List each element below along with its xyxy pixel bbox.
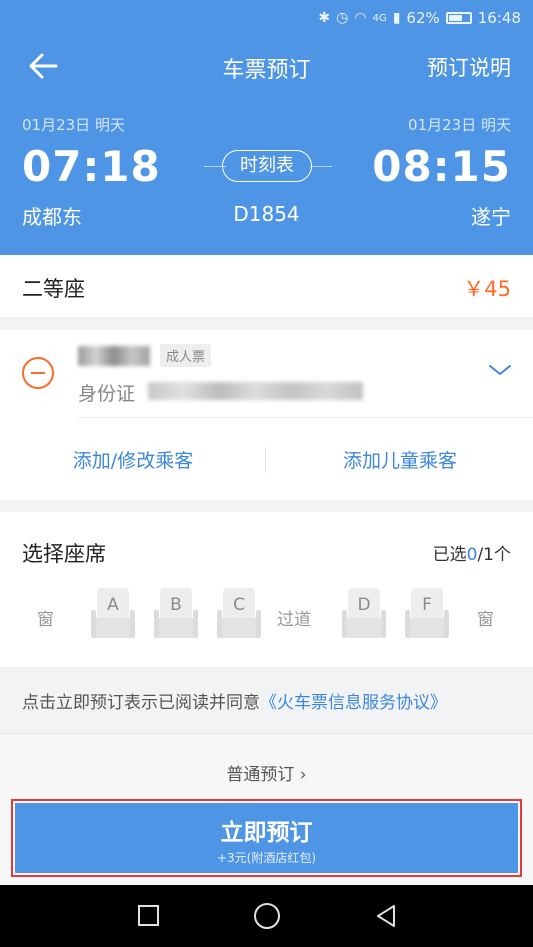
status-bar: ✱ ◷ ◠ 4G ▮ 62% 16:48 xyxy=(318,7,521,29)
book-now-button[interactable]: 立即预订 +3元(附酒店红包) xyxy=(15,803,518,873)
departure-date: 01月23日 明天 xyxy=(22,116,125,134)
seat-class-name: 二等座 xyxy=(22,277,85,301)
count-prefix: 已选 xyxy=(432,545,467,565)
add-child-passenger-button[interactable]: 添加儿童乘客 xyxy=(267,446,533,473)
aisle-label: 过道 xyxy=(277,610,311,630)
triangle-back-icon xyxy=(377,905,395,927)
expand-passenger-button[interactable] xyxy=(487,360,513,380)
seat-letter: F xyxy=(422,595,432,615)
seat-letter: D xyxy=(357,595,371,615)
seat-letter: B xyxy=(170,595,182,615)
add-passenger-button[interactable]: 添加/修改乘客 xyxy=(0,446,266,473)
chevron-down-icon xyxy=(489,365,511,375)
signal-icon: ▮ xyxy=(392,10,401,26)
normal-booking-link[interactable]: 普通预订 › xyxy=(0,760,533,785)
booking-help-link[interactable]: 预订说明 xyxy=(427,52,511,82)
seat-d-button[interactable]: D xyxy=(342,588,386,640)
window-label-left: 窗 xyxy=(37,610,54,630)
passenger-name-redacted xyxy=(78,346,150,366)
seat-letter: C xyxy=(233,595,245,615)
recent-apps-button[interactable] xyxy=(138,905,159,926)
system-nav-bar xyxy=(0,885,533,947)
count-selected: 0 xyxy=(466,545,478,565)
system-back-button[interactable] xyxy=(374,903,398,929)
divider-line xyxy=(310,166,332,167)
seat-b-button[interactable]: B xyxy=(154,588,198,640)
header: ✱ ◷ ◠ 4G ▮ 62% 16:48 车票预订 预订说明 01月23日 明天… xyxy=(0,0,533,255)
window-label-right: 窗 xyxy=(477,610,494,630)
seat-a-button[interactable]: A xyxy=(91,588,135,640)
id-number-redacted xyxy=(148,382,363,400)
alarm-icon: ◷ xyxy=(336,10,349,26)
seat-selection-title: 选择座席 xyxy=(22,542,106,566)
seat-selection-panel: 选择座席 已选0/1个 窗 A B C 过道 D F 窗 xyxy=(0,512,533,667)
service-agreement-link[interactable]: 《火车票信息服务协议》 xyxy=(260,693,447,713)
battery-icon xyxy=(445,12,472,24)
arrival-station: 遂宁 xyxy=(471,205,511,229)
book-now-sublabel: +3元(附酒店红包) xyxy=(216,851,317,865)
train-number: D1854 xyxy=(233,202,300,226)
id-type-label: 身份证 xyxy=(78,383,136,405)
agreement-notice: 点击立即预订表示已阅读并同意《火车票信息服务协议》 xyxy=(22,688,447,713)
remove-passenger-button[interactable] xyxy=(22,357,54,389)
seat-c-button[interactable]: C xyxy=(217,588,261,640)
seat-class-row: 二等座 ￥45 xyxy=(0,255,533,317)
wifi-icon: ◠ xyxy=(354,10,367,26)
agreement-text: 点击立即预订表示已阅读并同意 xyxy=(22,693,260,713)
seat-letter: A xyxy=(107,595,119,615)
bluetooth-icon: ✱ xyxy=(318,10,331,26)
book-now-label: 立即预订 xyxy=(220,820,313,846)
arrival-date: 01月23日 明天 xyxy=(408,116,511,134)
network-type: 4G xyxy=(372,12,387,24)
seat-selection-count: 已选0/1个 xyxy=(433,540,511,565)
arrival-time: 08:15 xyxy=(372,142,511,191)
count-suffix: /1个 xyxy=(477,545,511,565)
ticket-type-badge: 成人票 xyxy=(160,344,212,367)
passenger-card: 成人票 身份证 添加/修改乘客 添加儿童乘客 xyxy=(0,330,533,500)
clock: 16:48 xyxy=(477,9,521,27)
seat-f-button[interactable]: F xyxy=(405,588,449,640)
divider xyxy=(265,447,266,473)
timetable-button[interactable]: 时刻表 xyxy=(222,150,312,182)
divider xyxy=(78,417,533,418)
seat-price: ￥45 xyxy=(463,277,511,301)
home-button[interactable] xyxy=(254,903,280,929)
departure-time: 07:18 xyxy=(22,142,161,191)
battery-percent: 62% xyxy=(406,9,440,27)
